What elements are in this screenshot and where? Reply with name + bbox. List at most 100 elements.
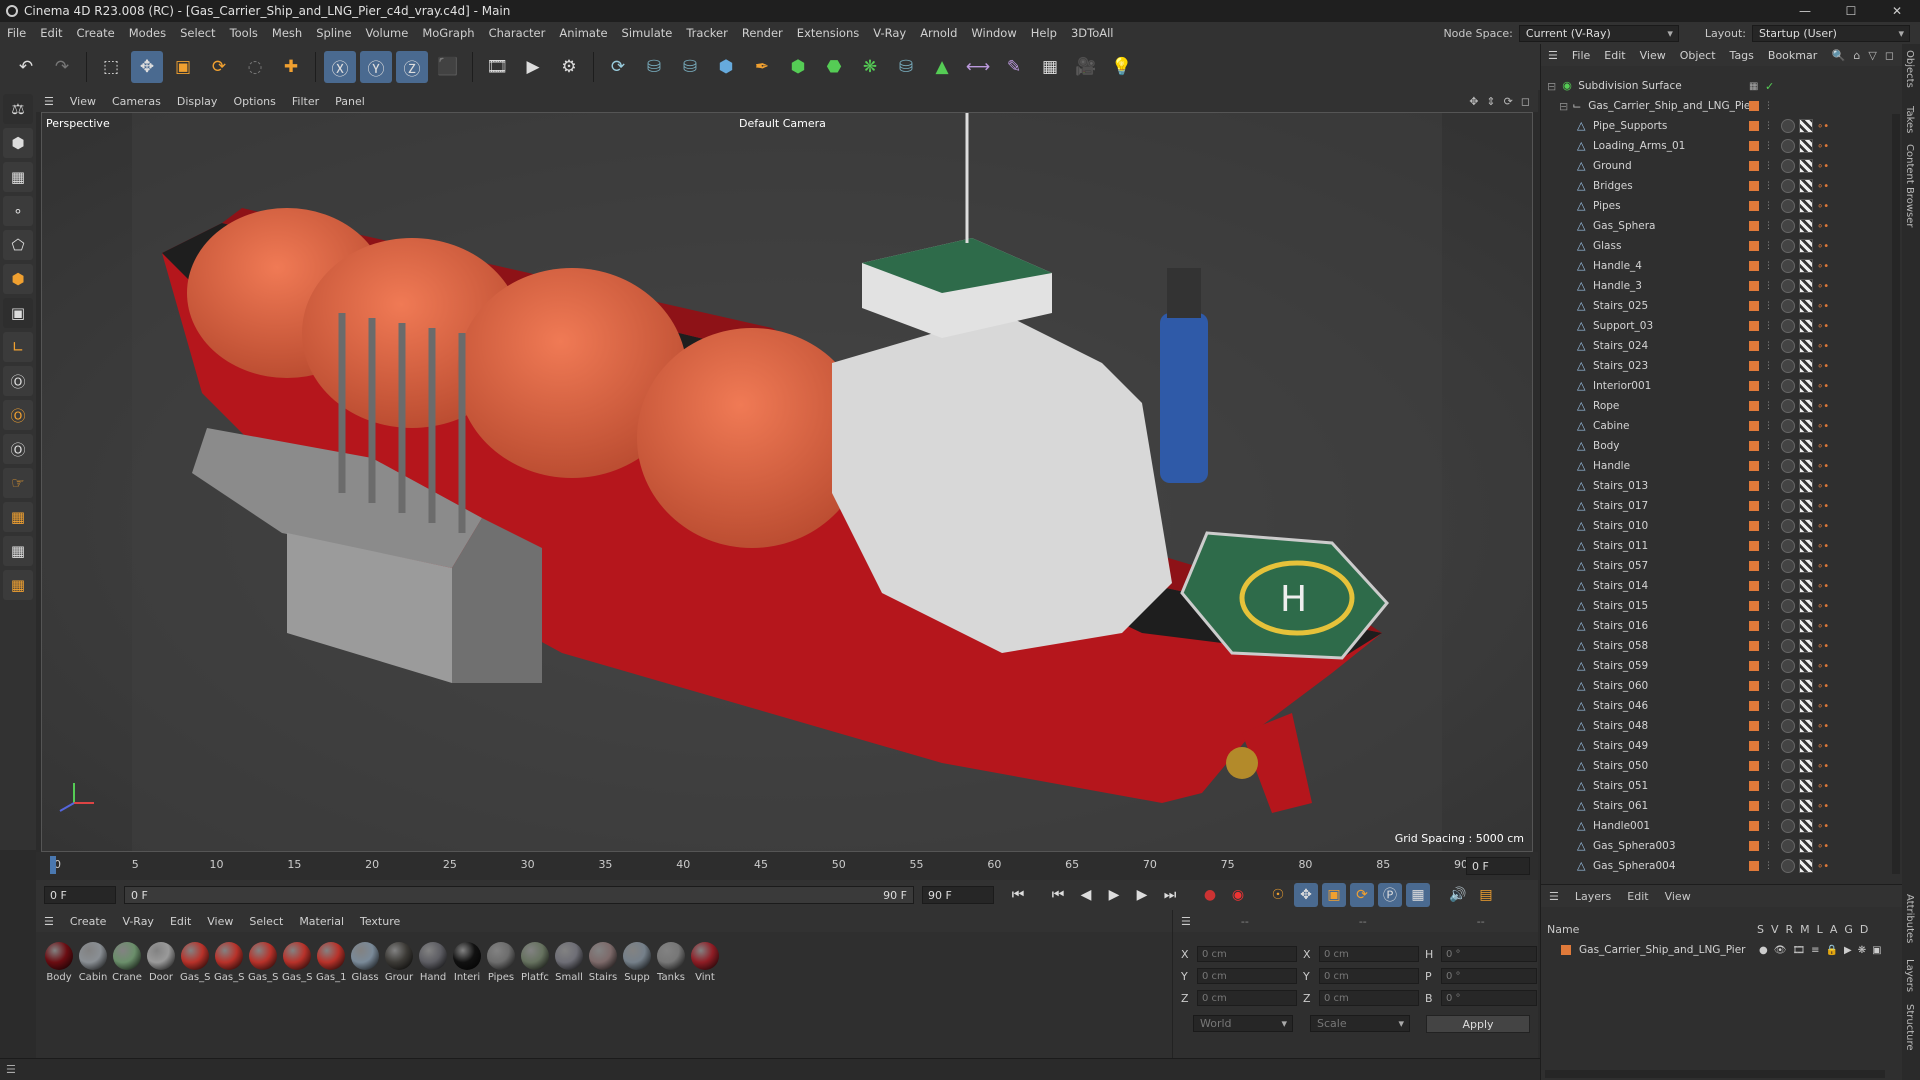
menu-extensions[interactable]: Extensions (790, 26, 866, 40)
object-row[interactable]: △ Handle_4 ⋮ ∘• (1541, 256, 1886, 276)
axis-mode-icon[interactable]: ∟ (3, 332, 33, 362)
visibility-dots[interactable]: ⋮ (1764, 561, 1773, 571)
material-swatch[interactable]: Grour (384, 942, 414, 983)
hamburger-icon[interactable]: ☰ (1541, 49, 1565, 62)
material-tag-icon[interactable] (1781, 399, 1795, 413)
y-axis-icon[interactable]: Ⓨ (360, 51, 392, 83)
vray-tag-icon[interactable]: ∘• (1817, 161, 1829, 172)
viewport-menu-cameras[interactable]: Cameras (104, 95, 169, 108)
material-tag-icon[interactable] (1781, 699, 1795, 713)
material-tag-icon[interactable] (1781, 679, 1795, 693)
key-param-icon[interactable]: Ⓟ (1378, 883, 1402, 907)
material-tag-icon[interactable] (1781, 239, 1795, 253)
vray-tag-icon[interactable]: ∘• (1817, 121, 1829, 132)
snap-icon[interactable]: Ⓞ (3, 366, 33, 396)
object-row[interactable]: △ Stairs_046 ⋮ ∘• (1541, 696, 1886, 716)
menu-edit[interactable]: Edit (33, 26, 69, 40)
timeline-icon[interactable]: ▤ (1474, 883, 1498, 907)
minimize-button[interactable]: — (1782, 0, 1828, 22)
z-size-field[interactable]: 0 cm (1319, 990, 1419, 1006)
go-to-start-icon-2[interactable]: ⏮ (1046, 883, 1070, 907)
material-tag-icon[interactable] (1781, 759, 1795, 773)
texture-tag-icon[interactable] (1799, 779, 1813, 793)
solo-icon[interactable]: ● (1759, 945, 1768, 956)
object-row[interactable]: △ Gas_Sphera003 ⋮ ∘• (1541, 836, 1886, 856)
object-row[interactable]: △ Stairs_010 ⋮ ∘• (1541, 516, 1886, 536)
visibility-dots[interactable]: ⋮ (1764, 461, 1773, 471)
visibility-dots[interactable]: ⋮ (1764, 361, 1773, 371)
texture-tag-icon[interactable] (1799, 539, 1813, 553)
material-tag-icon[interactable] (1781, 859, 1795, 873)
timeline-ruler[interactable]: 0 5 10 15 20 25 30 35 40 45 50 55 60 65 70 75 80 85 90 0 F (36, 852, 1538, 880)
maximize-button[interactable]: ☐ (1828, 0, 1874, 22)
texture-tag-icon[interactable] (1799, 379, 1813, 393)
collapse-icon[interactable]: ⊟ (1559, 100, 1568, 113)
vray-tag-icon[interactable]: ∘• (1817, 261, 1829, 272)
visibility-dots[interactable]: ⋮ (1764, 621, 1773, 631)
layer-menu-layers[interactable]: Layers (1567, 890, 1619, 903)
side-tab-layers[interactable]: Layers (1904, 959, 1915, 992)
visibility-dots[interactable]: ⋮ (1764, 721, 1773, 731)
material-tag-icon[interactable] (1781, 339, 1795, 353)
object-row[interactable]: △ Glass ⋮ ∘• (1541, 236, 1886, 256)
object-row[interactable]: △ Cabine ⋮ ∘• (1541, 416, 1886, 436)
object-row[interactable]: △ Pipe_Supports ⋮ ∘• (1541, 116, 1886, 136)
pen-icon[interactable]: ✒ (746, 51, 778, 83)
texture-tag-icon[interactable] (1799, 299, 1813, 313)
menu-simulate[interactable]: Simulate (615, 26, 680, 40)
material-tag-icon[interactable] (1781, 659, 1795, 673)
visibility-dots[interactable]: ⋮ (1764, 441, 1773, 451)
scale-icon[interactable]: ▣ (167, 51, 199, 83)
close-button[interactable]: ✕ (1874, 0, 1920, 22)
side-tab-structure[interactable]: Structure (1904, 1004, 1915, 1051)
object-row[interactable]: △ Stairs_023 ⋮ ∘• (1541, 356, 1886, 376)
place-icon[interactable]: ✚ (275, 51, 307, 83)
menu-arnold[interactable]: Arnold (913, 26, 964, 40)
hamburger-icon[interactable]: ☰ (1181, 915, 1191, 928)
menu-window[interactable]: Window (964, 26, 1023, 40)
material-tag-icon[interactable] (1781, 559, 1795, 573)
texture-tag-icon[interactable] (1799, 399, 1813, 413)
material-swatch[interactable]: Stairs (588, 942, 618, 983)
material-swatch[interactable]: Body (44, 942, 74, 983)
material-swatch[interactable]: Gas_S (282, 942, 312, 983)
menu-spline[interactable]: Spline (309, 26, 358, 40)
material-tag-icon[interactable] (1781, 619, 1795, 633)
visibility-dots[interactable]: ⋮ (1764, 661, 1773, 671)
texture-tag-icon[interactable] (1799, 799, 1813, 813)
material-swatch[interactable]: Platfc (520, 942, 550, 983)
render-settings-icon[interactable]: ⚙ (553, 51, 585, 83)
material-tag-icon[interactable] (1781, 819, 1795, 833)
collapse-icon[interactable]: ⊟ (1547, 80, 1556, 93)
visibility-dots[interactable]: ⋮ (1764, 521, 1773, 531)
layer-color-swatch[interactable] (1561, 945, 1571, 955)
current-frame-field[interactable]: 0 F (1466, 857, 1530, 875)
visibility-dots[interactable]: ⋮ (1764, 101, 1773, 111)
undo-icon[interactable]: ↶ (10, 51, 42, 83)
vray-tag-icon[interactable]: ∘• (1817, 281, 1829, 292)
vray-tag-icon[interactable]: ∘• (1817, 721, 1829, 732)
material-menu-create[interactable]: Create (62, 915, 115, 928)
material-tag-icon[interactable] (1781, 539, 1795, 553)
visibility-dots[interactable]: ⋮ (1764, 341, 1773, 351)
rotate-icon[interactable]: ⟳ (203, 51, 235, 83)
vray-tag-icon[interactable]: ∘• (1817, 421, 1829, 432)
hamburger-icon[interactable]: ☰ (1541, 890, 1567, 903)
material-tag-icon[interactable] (1781, 119, 1795, 133)
vray-tag-icon[interactable]: ∘• (1817, 441, 1829, 452)
move-icon[interactable]: ✥ (131, 51, 163, 83)
visibility-dots[interactable]: ⋮ (1764, 181, 1773, 191)
vray-tag-icon[interactable]: ∘• (1817, 481, 1829, 492)
material-tag-icon[interactable] (1781, 499, 1795, 513)
auto-key-icon[interactable]: ◉ (1226, 883, 1250, 907)
workplane-icon[interactable]: ▦ (3, 502, 33, 532)
status-menu-icon[interactable]: ☰ (6, 1063, 16, 1076)
texture-tag-icon[interactable] (1799, 739, 1813, 753)
object-row[interactable]: △ Stairs_011 ⋮ ∘• (1541, 536, 1886, 556)
sound-icon[interactable]: 🔊 (1446, 883, 1470, 907)
visibility-dots[interactable]: ⋮ (1764, 841, 1773, 851)
vray-tag-icon[interactable]: ∘• (1817, 581, 1829, 592)
lock-icon[interactable]: 🔒 (1826, 945, 1838, 956)
visibility-dots[interactable]: ⋮ (1764, 761, 1773, 771)
side-tab-takes[interactable]: Takes (1904, 106, 1915, 133)
